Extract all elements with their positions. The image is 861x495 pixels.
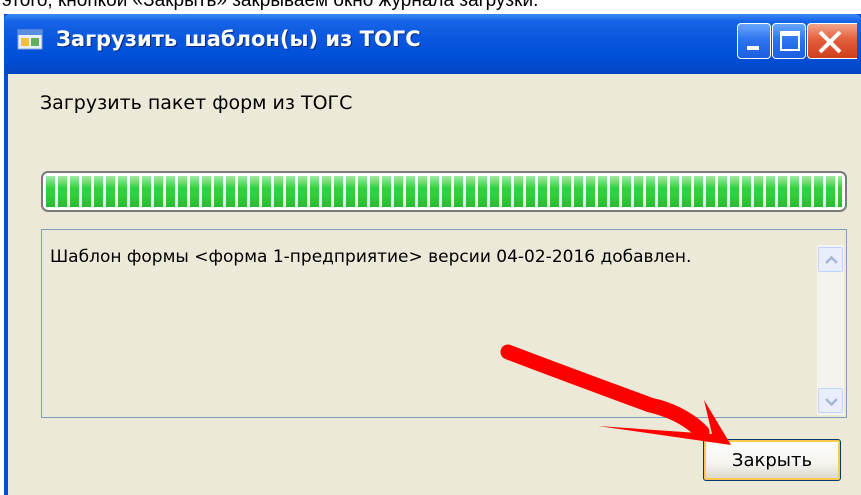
title-bar[interactable]: Загрузить шаблон(ы) из ТОГС	[4, 14, 861, 74]
progress-bar	[41, 171, 847, 212]
log-textarea[interactable]: Шаблон формы <форма 1-предприятие> верси…	[41, 229, 847, 418]
chevron-down-icon	[825, 398, 838, 407]
scroll-down-button[interactable]	[818, 388, 843, 413]
window-title: Загрузить шаблон(ы) из ТОГС	[56, 27, 421, 51]
chevron-up-icon	[825, 255, 838, 264]
dialog-window: Загрузить шаблон(ы) из ТОГС Загрузить па…	[4, 14, 861, 495]
close-window-button[interactable]	[807, 23, 857, 59]
minimize-button[interactable]	[737, 23, 771, 59]
instruction-caption: этого, кнопкой «Закрыть» закрываем окно …	[2, 0, 539, 11]
scroll-up-button[interactable]	[818, 247, 843, 272]
dialog-body: Загрузить пакет форм из ТОГС Шаблон форм…	[8, 74, 861, 495]
log-text: Шаблон формы <форма 1-предприятие> верси…	[50, 247, 692, 267]
header-label: Загрузить пакет форм из ТОГС	[40, 92, 353, 114]
close-button[interactable]: Закрыть	[703, 439, 841, 481]
maximize-icon	[780, 31, 800, 51]
progress-fill	[46, 176, 842, 207]
minimize-icon	[747, 46, 759, 50]
window-app-icon	[16, 27, 46, 53]
maximize-button[interactable]	[772, 23, 806, 59]
close-icon	[818, 30, 842, 54]
log-scrollbar[interactable]	[817, 245, 844, 415]
